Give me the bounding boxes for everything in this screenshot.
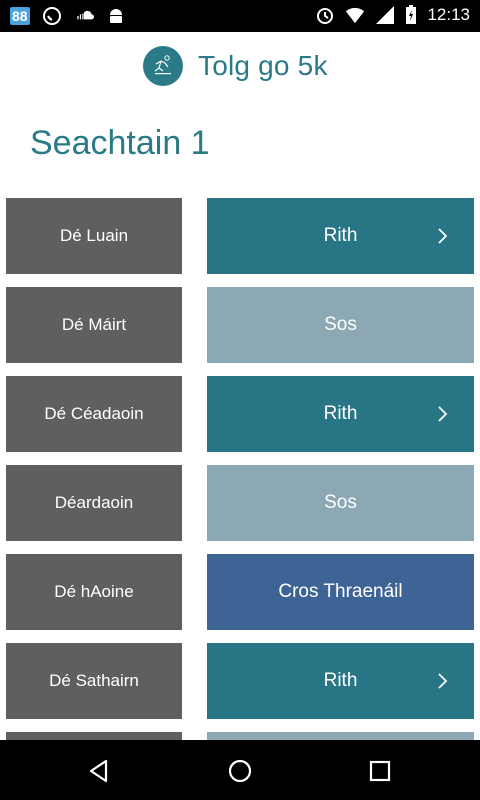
day-label: Dé Céadaoin bbox=[6, 376, 182, 452]
day-label: Dé Sathairn bbox=[6, 643, 182, 719]
android-icon bbox=[109, 9, 122, 23]
list-item bbox=[0, 732, 480, 740]
status-bar: 88 12:13 bbox=[0, 0, 480, 32]
home-icon[interactable] bbox=[227, 758, 253, 784]
activity-button-run[interactable]: Rith bbox=[207, 376, 474, 452]
list-item: Dé Luain Rith bbox=[0, 198, 480, 274]
activity-label: Sos bbox=[324, 314, 357, 335]
list-item: Dé Máirt Sos bbox=[0, 287, 480, 363]
activity-button-rest[interactable]: Sos bbox=[207, 465, 474, 541]
activity-label: Sos bbox=[324, 492, 357, 513]
schedule-list: Dé Luain Rith Dé Máirt Sos Dé Céadaoin R… bbox=[0, 198, 480, 740]
clock-time: 12:13 bbox=[427, 5, 470, 24]
activity-label: Rith bbox=[323, 403, 358, 424]
activity-label: Rith bbox=[323, 670, 358, 691]
day-label: Dé hAoine bbox=[6, 554, 182, 630]
day-label: Dé Luain bbox=[6, 198, 182, 274]
battery-charging-icon bbox=[406, 5, 417, 24]
badge-88-icon: 88 bbox=[10, 7, 30, 25]
page-title: Seachtain 1 bbox=[30, 124, 210, 162]
list-item: Dé Céadaoin Rith bbox=[0, 376, 480, 452]
activity-label: Rith bbox=[323, 225, 358, 246]
alarm-icon bbox=[317, 8, 334, 24]
runner-logo-icon bbox=[154, 55, 171, 75]
app-header: Tolg go 5k bbox=[0, 32, 480, 104]
day-label: Dé Máirt bbox=[6, 287, 182, 363]
app-title: Tolg go 5k bbox=[198, 50, 328, 81]
wifi-icon bbox=[346, 7, 365, 24]
activity-button-rest[interactable] bbox=[207, 732, 474, 740]
chevron-right-icon bbox=[438, 228, 448, 244]
day-label bbox=[6, 732, 182, 740]
activity-button-run[interactable]: Rith bbox=[207, 643, 474, 719]
activity-label: Cros Thraenáil bbox=[278, 581, 403, 602]
signal-icon bbox=[376, 6, 395, 24]
navigation-bar bbox=[0, 740, 480, 800]
whatsapp-icon bbox=[42, 7, 61, 25]
day-label: Déardaoin bbox=[6, 465, 182, 541]
chevron-right-icon bbox=[438, 673, 448, 689]
chevron-right-icon bbox=[438, 406, 448, 422]
na-rasai-logo bbox=[143, 46, 183, 86]
activity-button-cross-training[interactable]: Cros Thraenáil bbox=[207, 554, 474, 630]
back-icon[interactable] bbox=[86, 758, 112, 784]
recents-icon[interactable] bbox=[367, 758, 393, 784]
activity-button-run[interactable]: Rith bbox=[207, 198, 474, 274]
soundcloud-icon bbox=[76, 10, 94, 20]
activity-button-rest[interactable]: Sos bbox=[207, 287, 474, 363]
list-item: Dé hAoine Cros Thraenáil bbox=[0, 554, 480, 630]
list-item: Dé Sathairn Rith bbox=[0, 643, 480, 719]
list-item: Déardaoin Sos bbox=[0, 465, 480, 541]
